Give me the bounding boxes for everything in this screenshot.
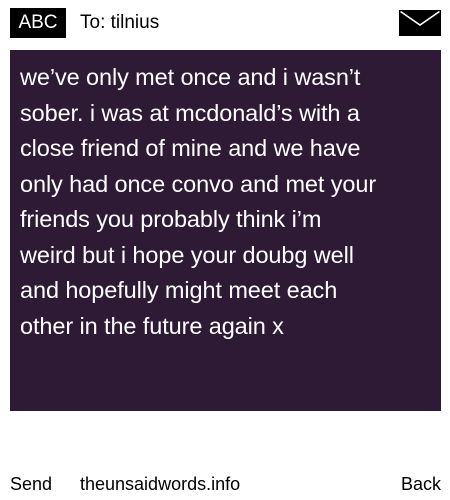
message-line: other in the future again x [20, 312, 284, 339]
message-line: and hopefully might meet each [20, 277, 338, 303]
envelope-icon [399, 10, 441, 36]
recipient-field: To: tilnius [80, 12, 160, 33]
message-line: we’ve only met once and i wasn’t [20, 64, 361, 90]
back-button[interactable]: Back [401, 470, 441, 498]
send-button[interactable]: Send [10, 470, 52, 498]
message-body[interactable]: we’ve only met once and i wasn’t sober. … [10, 50, 441, 411]
message-line: close friend of mine and we have [20, 135, 361, 161]
message-text: we’ve only met once and i wasn’t sober. … [20, 60, 435, 344]
site-link[interactable]: theunsaidwords.info [80, 470, 240, 498]
message-line: weird but i hope your doubg well [20, 241, 354, 268]
message-line: sober. i was at mcdonald’s with a [20, 99, 360, 126]
message-line: only had once convo and met your [20, 170, 377, 197]
message-line: friends you probably think i’m [20, 206, 322, 232]
header-bar: ABC To: tilnius [0, 0, 450, 46]
input-mode-badge[interactable]: ABC [10, 8, 66, 38]
footer-bar: Send theunsaidwords.info Back [0, 470, 450, 500]
